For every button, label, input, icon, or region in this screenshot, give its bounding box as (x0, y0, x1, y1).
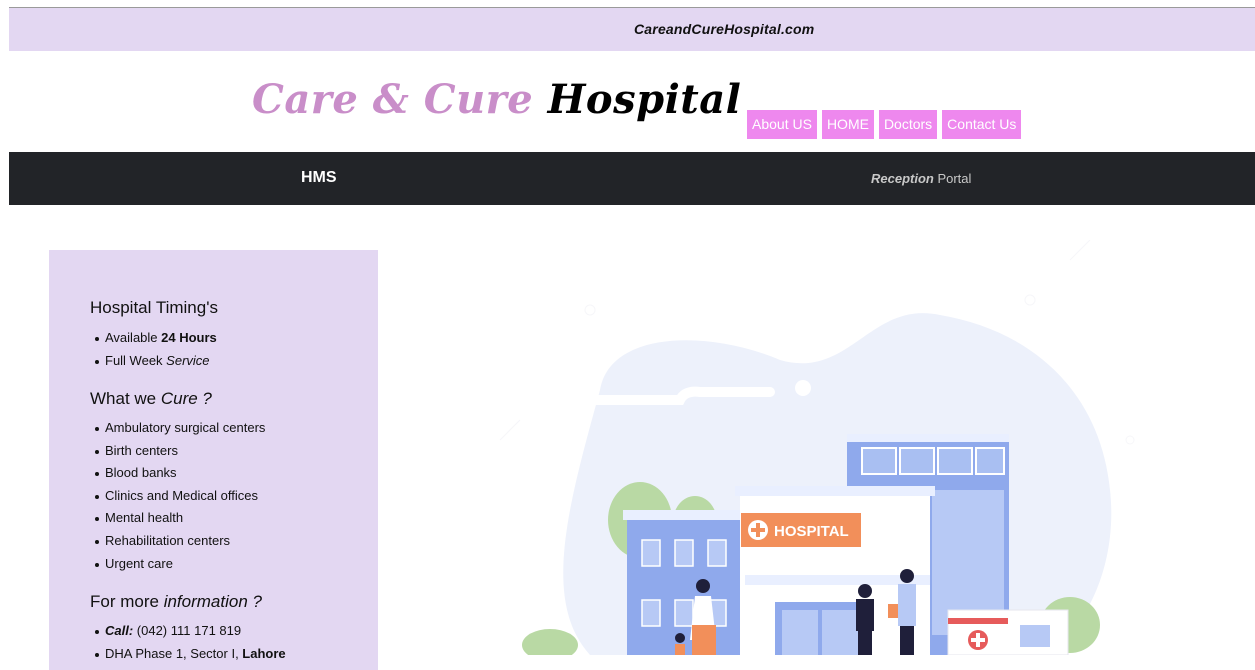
list-item: Ambulatory surgical centers (94, 417, 265, 440)
info-heading: For more information ? (90, 592, 262, 611)
timing-list: Available 24 Hours Full Week Service (95, 327, 217, 373)
list-item: DHA Phase 1, Sector I, Lahore (95, 643, 286, 666)
nav-doctors[interactable]: Doctors (878, 110, 938, 139)
nav-home[interactable]: HOME (821, 110, 874, 139)
list-item: Full Week Service (95, 350, 217, 373)
nav-contact-us[interactable]: Contact Us (942, 110, 1022, 139)
main-nav: About US HOME Doctors Contact Us (747, 110, 1022, 139)
list-item: Urgent care (94, 553, 265, 576)
portal-label-bold: Reception (871, 171, 934, 186)
cure-heading: What we Cure ? (90, 389, 212, 408)
info-list: Call: (042) 111 171 819 DHA Phase 1, Sec… (95, 620, 286, 666)
hospital-sign-text: HOSPITAL (774, 523, 849, 540)
logo-part-care-cure: Care & Cure (252, 76, 534, 123)
logo-part-hospital: Hospital (547, 76, 742, 123)
list-item: Rehabilitation centers (94, 530, 265, 553)
timing-heading: Hospital Timing's (90, 298, 218, 317)
site-url: CareandCureHospital.com (634, 21, 815, 37)
cure-list: Ambulatory surgical centers Birth center… (94, 417, 265, 576)
list-item: Clinics and Medical offices (94, 485, 265, 508)
list-item: Birth centers (94, 440, 265, 463)
list-item: Call: (042) 111 171 819 (95, 620, 286, 643)
navbar-brand[interactable]: HMS (301, 169, 337, 187)
info-sidebar: Hospital Timing's Available 24 Hours Ful… (49, 250, 378, 670)
navbar: HMS Reception Portal (9, 152, 1255, 205)
list-item: Mental health (94, 507, 265, 530)
top-banner: CareandCureHospital.com (9, 8, 1255, 51)
site-logo: Care & Cure Hospital (252, 76, 741, 123)
nav-about-us[interactable]: About US (747, 110, 817, 139)
list-item: Blood banks (94, 462, 265, 485)
portal-label: Reception Portal (871, 171, 971, 186)
hospital-illustration: HOSPITAL (499, 240, 1135, 655)
portal-label-rest: Portal (933, 171, 972, 186)
list-item: Available 24 Hours (95, 327, 217, 350)
